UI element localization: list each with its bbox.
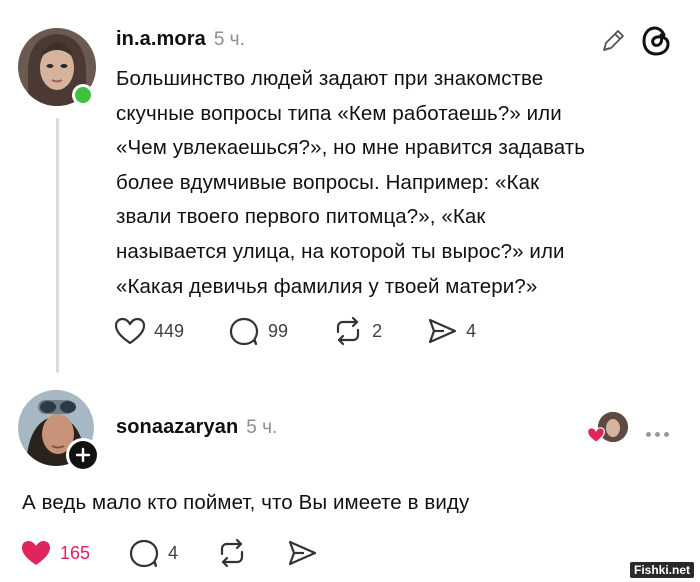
- online-status-indicator: [72, 84, 94, 106]
- repost-count: 2: [372, 320, 383, 341]
- post-time: 5 ч.: [213, 29, 245, 50]
- reply-header: sonaazaryan 5 ч.: [116, 416, 277, 439]
- repost-button[interactable]: 2: [332, 316, 382, 346]
- reply-comment-count: 4: [168, 542, 179, 563]
- repost-icon: [336, 316, 360, 346]
- author-liked-badge: [584, 410, 632, 446]
- edit-icon[interactable]: [598, 26, 628, 61]
- heart-icon: [114, 317, 146, 345]
- threads-logo-icon[interactable]: [640, 24, 674, 63]
- like-count: 449: [154, 320, 185, 341]
- post-header: in.a.mora 5 ч.: [116, 28, 245, 51]
- comment-count: 99: [268, 320, 289, 341]
- heart-filled-icon: [22, 541, 50, 565]
- follow-button[interactable]: [66, 438, 100, 472]
- comment-icon: [129, 539, 159, 568]
- send-icon: [288, 540, 317, 566]
- post-text: Большинство людей задают при знакомстве …: [116, 67, 586, 298]
- heart-icon: [586, 427, 606, 443]
- send-icon: [428, 318, 457, 344]
- reply-repost-button[interactable]: [216, 538, 248, 568]
- reply-text: А ведь мало кто поймет, что Вы имеете в …: [22, 491, 470, 514]
- more-options-icon[interactable]: [644, 424, 671, 442]
- post-actions: 449 99 2 4: [114, 316, 476, 346]
- reply-share-button[interactable]: [286, 538, 318, 568]
- reply-comment-button[interactable]: 4: [128, 538, 178, 568]
- comment-icon: [229, 317, 259, 346]
- reply-actions: 165 4: [20, 538, 318, 568]
- like-button[interactable]: 449: [114, 316, 184, 346]
- reply-username[interactable]: sonaazaryan: [116, 416, 238, 439]
- reply-like-button[interactable]: 165: [20, 538, 90, 568]
- share-count: 4: [466, 320, 477, 341]
- watermark: Fishki.net: [629, 562, 694, 578]
- plus-icon: [69, 441, 97, 469]
- post-username[interactable]: in.a.mora: [116, 28, 206, 51]
- reply-like-count: 165: [60, 542, 91, 563]
- share-button[interactable]: 4: [426, 316, 476, 346]
- repost-icon: [220, 538, 244, 568]
- reply-time: 5 ч.: [246, 417, 278, 438]
- comment-button[interactable]: 99: [228, 316, 288, 346]
- thread-line: [56, 118, 59, 373]
